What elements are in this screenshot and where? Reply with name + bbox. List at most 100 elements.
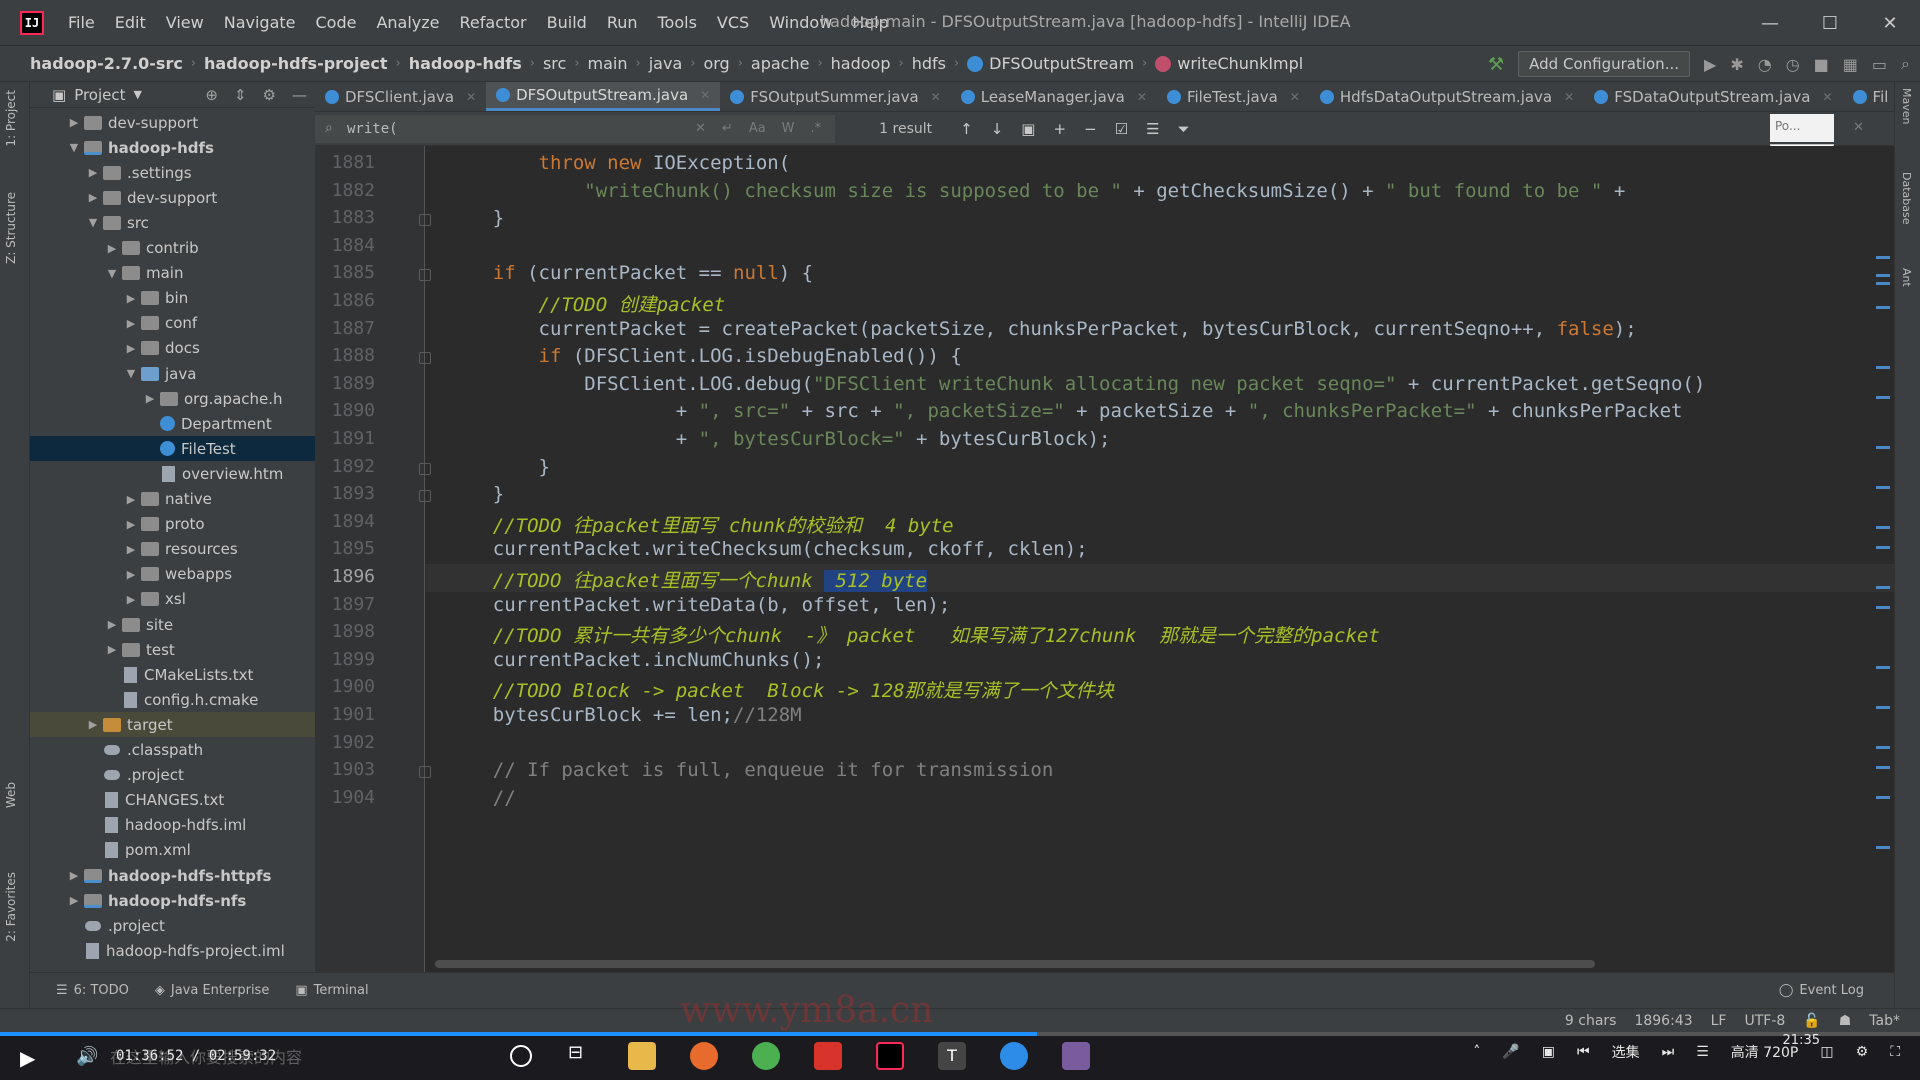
screen-icon[interactable]: ▣ (1542, 1044, 1555, 1060)
chevron-right-icon[interactable]: ▶ (123, 593, 139, 606)
close-tab-icon[interactable]: ✕ (1822, 90, 1832, 104)
menu-refactor[interactable]: Refactor (450, 13, 537, 32)
tree-node[interactable]: ▶ dev-support (30, 110, 315, 135)
tab-terminal[interactable]: ▣ Terminal (295, 983, 368, 998)
menu-view[interactable]: View (156, 13, 214, 32)
collapse-all-icon[interactable]: ⇕ (234, 86, 247, 104)
editor-tab[interactable]: DFSClient.java ✕ (315, 82, 486, 111)
menu-vcs[interactable]: VCS (707, 13, 759, 32)
tree-node[interactable]: ▼ hadoop-hdfs (30, 135, 315, 160)
error-stripe-marker[interactable] (1876, 366, 1890, 369)
tree-node[interactable]: ▼ java (30, 361, 315, 386)
play-icon[interactable]: ▶ (20, 1046, 35, 1070)
select-all-occurrences-icon[interactable]: ▣ (1021, 120, 1035, 138)
tree-node[interactable]: CHANGES.txt (30, 788, 315, 813)
breadcrumb-item[interactable]: java › (649, 54, 704, 73)
tree-node[interactable]: ▶ native (30, 487, 315, 512)
breadcrumb-item[interactable]: hadoop-2.7.0-src › (30, 54, 204, 73)
chevron-down-icon[interactable]: ▼ (85, 216, 101, 229)
code-line[interactable]: currentPacket.writeData(b, offset, len); (447, 594, 951, 616)
fold-marker-icon[interactable] (419, 766, 431, 779)
editor-tab[interactable]: HdfsDataOutputStream.java ✕ (1310, 82, 1584, 111)
tree-node[interactable]: ▶ conf (30, 311, 315, 336)
breadcrumb-item[interactable]: org › (703, 54, 750, 73)
task-view-icon[interactable]: ⊟ (568, 1042, 596, 1070)
editor-tab[interactable]: FSDataOutputStream.java ✕ (1584, 82, 1842, 111)
tree-node[interactable]: ▶ org.apache.h (30, 386, 315, 411)
tree-node[interactable]: ▶ dev-support (30, 185, 315, 210)
code-line[interactable]: if (DFSClient.LOG.isDebugEnabled()) { (447, 345, 962, 367)
chevron-right-icon[interactable]: ▶ (123, 518, 139, 531)
chevron-right-icon[interactable]: ▶ (123, 543, 139, 556)
fold-marker-icon[interactable] (419, 214, 431, 227)
error-stripe-marker[interactable] (1876, 526, 1890, 529)
error-stripe-marker[interactable] (1876, 766, 1890, 769)
file-explorer-icon[interactable] (628, 1042, 656, 1070)
search-everywhere-icon[interactable]: ⌕ (1901, 54, 1910, 74)
tree-node[interactable]: .classpath (30, 738, 315, 763)
code-line[interactable]: currentPacket.incNumChunks(); (447, 649, 825, 671)
tree-node[interactable]: ▶ webapps (30, 562, 315, 587)
code-line[interactable]: //TODO 累计一共有多少个chunk -》 packet 如果写满了127c… (447, 621, 1380, 648)
tree-node[interactable]: CMakeLists.txt (30, 662, 315, 687)
horizontal-scrollbar[interactable] (435, 960, 1595, 968)
chevron-right-icon[interactable]: ▶ (123, 317, 139, 330)
error-stripe-marker[interactable] (1876, 282, 1890, 285)
app-icon[interactable] (1062, 1042, 1090, 1070)
screenshot-icon[interactable]: ◫ (1820, 1044, 1833, 1060)
breadcrumb-item[interactable]: src › (543, 54, 588, 73)
error-stripe-marker[interactable] (1876, 486, 1890, 489)
code-line[interactable]: // If packet is full, enqueue it for tra… (447, 759, 1054, 781)
match-case-icon[interactable]: Aa (749, 121, 766, 136)
multiline-icon[interactable]: ☰ (1146, 120, 1159, 138)
code-line[interactable]: //TODO 往packet里面写 chunk的校验和 4 byte (447, 511, 954, 538)
code-line[interactable]: //TODO 创建packet (447, 290, 726, 317)
code-line[interactable]: currentPacket = createPacket(packetSize,… (447, 318, 1637, 340)
next-icon[interactable]: ⏭ (1662, 1044, 1675, 1060)
close-tab-icon[interactable]: ✕ (1137, 90, 1147, 104)
menu-build[interactable]: Build (537, 13, 597, 32)
tree-node[interactable]: Department (30, 411, 315, 436)
tree-node[interactable]: hadoop-hdfs-project.iml (30, 938, 315, 963)
danmaku-icon[interactable]: ☰ (1696, 1044, 1709, 1060)
minimize-icon[interactable]: — (1740, 13, 1800, 34)
code-line[interactable]: + ", bytesCurBlock=" + bytesCurBlock); (447, 428, 1111, 450)
tree-node[interactable]: FileTest (30, 436, 315, 462)
tab-web[interactable]: Web (4, 782, 18, 808)
intellij-taskbar-icon[interactable] (876, 1042, 904, 1070)
error-stripe-marker[interactable] (1876, 606, 1890, 609)
tree-node[interactable]: ▶ .settings (30, 160, 315, 185)
menu-edit[interactable]: Edit (105, 13, 156, 32)
tree-node[interactable]: .project (30, 763, 315, 788)
run-icon[interactable]: ▶ (1704, 55, 1716, 74)
fold-marker-icon[interactable] (419, 269, 431, 282)
error-stripe-marker[interactable] (1876, 274, 1890, 277)
popup-input[interactable]: Po... (1770, 114, 1834, 142)
next-occurrence-icon[interactable]: ↓ (991, 120, 1004, 138)
episode-selector[interactable]: 选集 (1612, 1042, 1640, 1062)
editor-tab[interactable]: Fil (1843, 82, 1894, 111)
fullscreen-icon[interactable]: ⛶ (1890, 1044, 1900, 1060)
chevron-down-icon[interactable]: ▼ (66, 141, 82, 154)
tab-todo[interactable]: ☰ 6: TODO (56, 983, 129, 998)
code-line[interactable]: throw new IOException( (447, 152, 791, 174)
chevron-right-icon[interactable]: ▶ (85, 718, 101, 731)
chevron-right-icon[interactable]: ▶ (66, 116, 82, 129)
error-stripe-marker[interactable] (1876, 256, 1890, 259)
code-line[interactable]: } (447, 207, 504, 229)
tab-maven[interactable]: Maven (1900, 88, 1913, 124)
error-stripe-marker[interactable] (1876, 306, 1890, 309)
chevron-right-icon[interactable]: ▶ (66, 894, 82, 907)
error-stripe-marker[interactable] (1876, 796, 1890, 799)
error-stripe-marker[interactable] (1876, 746, 1890, 749)
editor-tab[interactable]: FSOutputSummer.java ✕ (720, 82, 951, 111)
tree-node[interactable]: ▼ src (30, 210, 315, 235)
error-stripe[interactable] (1874, 146, 1890, 972)
regex-icon[interactable]: .* (811, 121, 822, 136)
tree-node[interactable]: ▶ site (30, 612, 315, 637)
breadcrumb-item[interactable]: hdfs › (912, 54, 967, 73)
chevron-right-icon[interactable]: ▶ (66, 869, 82, 882)
build-hammer-icon[interactable]: ⚒ (1488, 54, 1504, 75)
error-stripe-marker[interactable] (1876, 586, 1890, 589)
chevron-right-icon[interactable]: ▶ (123, 493, 139, 506)
